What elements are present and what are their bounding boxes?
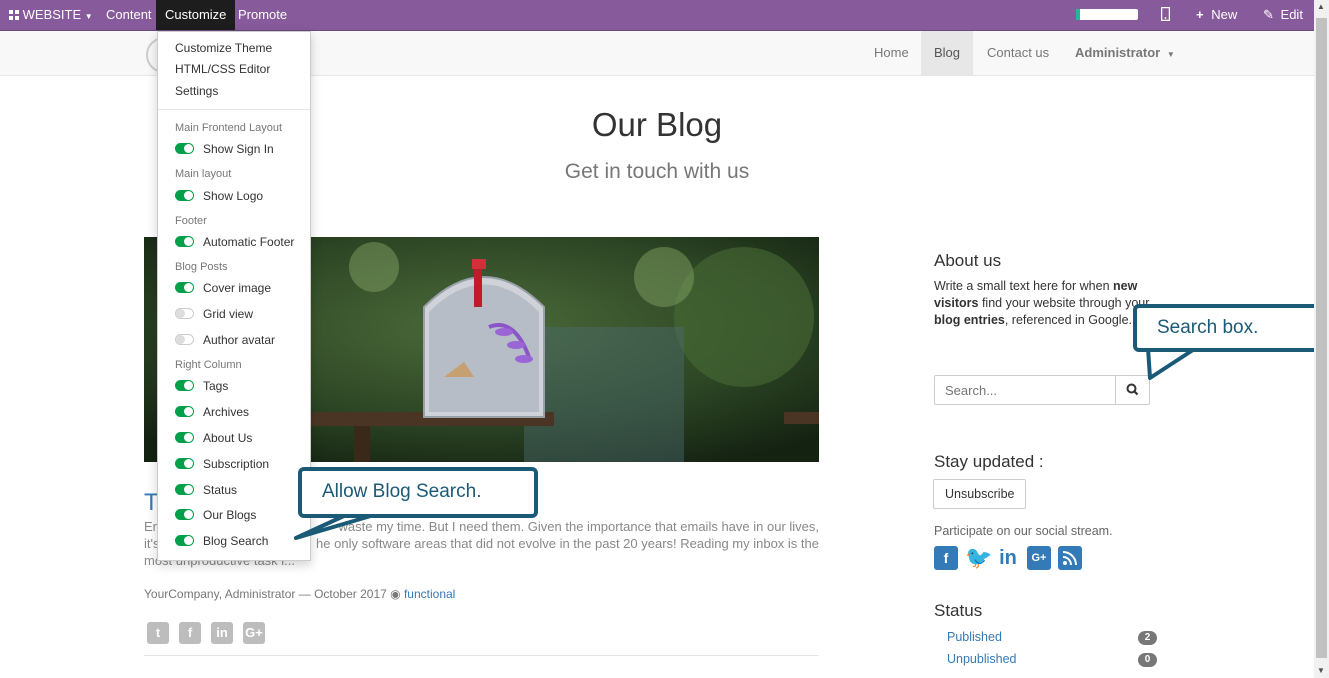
callout-text: Search box. [1157,317,1259,338]
callout-text: Allow Blog Search. [322,481,482,502]
scrollbar-thumb[interactable] [1316,18,1327,658]
scroll-down-icon[interactable]: ▼ [1317,666,1325,675]
callout-pointers [294,346,1198,540]
page-scrollbar[interactable]: ▲ ▼ [1314,0,1329,678]
scroll-up-icon[interactable]: ▲ [1317,2,1325,11]
callout-search-box: Search box. [1133,304,1328,352]
callout-allow-blog-search: Allow Blog Search. [298,467,538,518]
